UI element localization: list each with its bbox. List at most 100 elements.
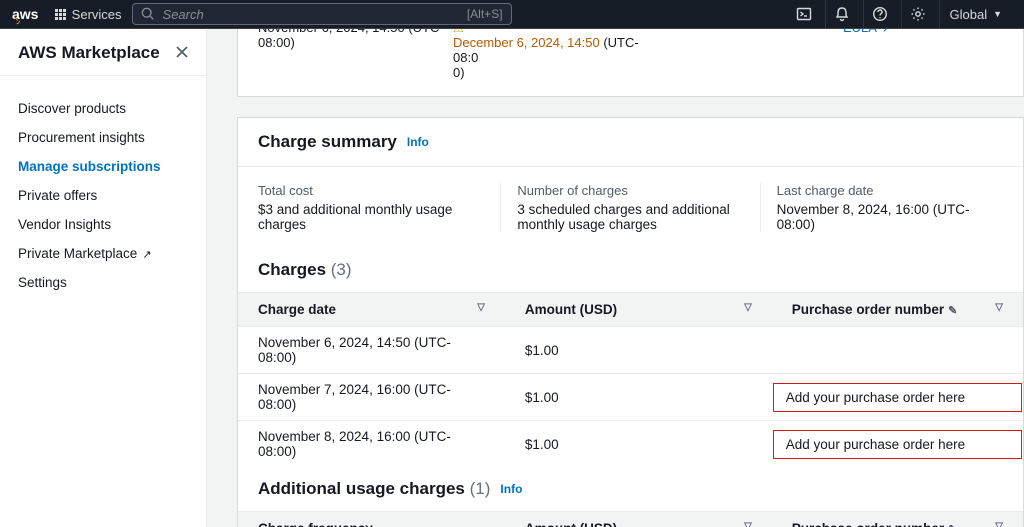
cell-charge-date: November 6, 2024, 14:50 (UTC-08:00): [238, 327, 505, 374]
charges-section-header: Charges (3): [238, 248, 1023, 292]
po-highlight-box: Add your purchase order here: [773, 383, 1022, 412]
topnav-right-group: Global ▼: [787, 0, 1013, 28]
sort-icon: ▽: [744, 302, 752, 313]
po-placeholder-text: Add your purchase order here: [786, 437, 965, 452]
column-label: Purchase order number: [792, 302, 944, 317]
summary-value: $3 and additional monthly usage charges: [258, 202, 484, 232]
summary-label: Last charge date: [777, 183, 1003, 198]
summary-col-last-charge-date: Last charge date November 8, 2024, 16:00…: [760, 183, 1019, 232]
notifications-button[interactable]: [825, 0, 859, 28]
cell-charge-date: November 7, 2024, 16:00 (UTC-08:00): [238, 374, 505, 421]
table-row: November 8, 2024, 16:00 (UTC-08:00) $1.0…: [238, 421, 1023, 468]
offer-detail-card-fragment: November 6, 2024, 14:50 (UTC-08:00) ⚠ De…: [237, 29, 1024, 97]
po-highlight-box: Add your purchase order here: [773, 430, 1022, 459]
auto-renew-value: -: [648, 29, 843, 80]
eula-link[interactable]: EULA ↗: [843, 29, 891, 35]
cell-po[interactable]: Add your purchase order here: [772, 374, 1023, 421]
summary-col-total-cost: Total cost $3 and additional monthly usa…: [242, 183, 500, 232]
po-placeholder-text: Add your purchase order here: [786, 390, 965, 405]
sidebar-item-label: Procurement insights: [18, 130, 145, 145]
settings-button[interactable]: [901, 0, 935, 28]
column-header-amount[interactable]: Amount (USD) ▽: [505, 293, 772, 327]
aws-logo[interactable]: aws ◝◞: [12, 6, 45, 22]
sidebar-item-label: Private offers: [18, 188, 97, 203]
column-label: Purchase order number: [792, 521, 944, 527]
external-link-icon: ↗: [139, 249, 151, 261]
help-button[interactable]: [863, 0, 897, 28]
column-label: Amount (USD): [525, 302, 617, 317]
help-icon: [872, 6, 888, 22]
additional-usage-title: Additional usage charges: [258, 479, 465, 498]
services-menu-button[interactable]: Services: [55, 7, 122, 22]
global-search[interactable]: Search [Alt+S]: [132, 3, 512, 25]
edit-icon: ✎: [948, 305, 957, 317]
sidebar-nav: Discover products Procurement insights M…: [18, 94, 188, 297]
additional-usage-table: Charge frequency Amount (USD)▽ Purchase …: [238, 511, 1023, 527]
column-header-po-number[interactable]: Purchase order number ✎ ▽: [772, 293, 1023, 327]
cloudshell-button[interactable]: [787, 0, 821, 28]
cell-charge-date: November 8, 2024, 16:00 (UTC-08:00): [238, 421, 505, 468]
region-label: Global: [950, 7, 988, 22]
external-link-icon: ↗: [882, 29, 891, 35]
sidebar: AWS Marketplace Discover products Procur…: [0, 29, 207, 527]
search-placeholder: Search: [163, 7, 204, 22]
column-header-charge-date[interactable]: Charge date ▽: [238, 293, 505, 327]
summary-value: 3 scheduled charges and additional month…: [517, 202, 743, 232]
charges-title: Charges: [258, 260, 326, 279]
cell-po[interactable]: Add your purchase order here: [772, 421, 1023, 468]
charge-summary-title: Charge summary: [258, 132, 397, 152]
search-shortcut-hint: [Alt+S]: [467, 7, 503, 21]
sidebar-item-vendor-insights[interactable]: Vendor Insights: [18, 210, 188, 239]
column-label: Charge date: [258, 302, 336, 317]
aws-swoosh-icon: ◝◞: [14, 16, 18, 25]
column-header-charge-frequency[interactable]: Charge frequency: [238, 512, 505, 527]
summary-label: Number of charges: [517, 183, 743, 198]
expiration-date-value: December 6, 2024, 14:50: [453, 35, 600, 50]
sidebar-item-label: Vendor Insights: [18, 217, 111, 232]
sidebar-item-procurement-insights[interactable]: Procurement insights: [18, 123, 188, 152]
info-link[interactable]: Info: [407, 135, 429, 149]
additional-usage-count: (1): [470, 479, 491, 498]
cloudshell-icon: [796, 6, 812, 22]
charges-count: (3): [331, 260, 352, 279]
close-icon: [176, 46, 188, 58]
sidebar-title: AWS Marketplace: [18, 43, 160, 63]
charge-summary-card: Charge summary Info Total cost $3 and ad…: [237, 117, 1024, 527]
aws-top-nav: aws ◝◞ Services Search [Alt+S] Global ▼: [0, 0, 1024, 29]
column-header-po-number[interactable]: Purchase order number✎▽: [772, 512, 1023, 527]
sort-icon: ▽: [744, 521, 752, 527]
table-row: November 7, 2024, 16:00 (UTC-08:00) $1.0…: [238, 374, 1023, 421]
charges-table: Charge date ▽ Amount (USD) ▽ Purchase orde…: [238, 292, 1023, 467]
sort-icon: ▽: [477, 302, 485, 313]
cell-amount: $1.00: [505, 421, 772, 468]
sidebar-item-private-marketplace[interactable]: Private Marketplace ↗: [18, 239, 188, 268]
cell-amount: $1.00: [505, 327, 772, 374]
chevron-down-icon: ▼: [993, 9, 1002, 19]
sidebar-item-settings[interactable]: Settings: [18, 268, 188, 297]
sort-icon: ▽: [995, 521, 1003, 527]
expiration-tz-part2: 0): [453, 65, 465, 80]
main-content: November 6, 2024, 14:50 (UTC-08:00) ⚠ De…: [207, 29, 1024, 527]
eula-link-label: EULA: [843, 29, 876, 35]
sidebar-item-label: Discover products: [18, 101, 126, 116]
cell-amount: $1.00: [505, 374, 772, 421]
sidebar-close-button[interactable]: [176, 45, 188, 61]
sidebar-item-label: Private Marketplace: [18, 246, 137, 261]
column-label: Charge frequency: [258, 521, 373, 527]
sidebar-item-discover-products[interactable]: Discover products: [18, 94, 188, 123]
sidebar-item-manage-subscriptions[interactable]: Manage subscriptions: [18, 152, 188, 181]
grid-icon: [55, 9, 66, 20]
summary-value: November 8, 2024, 16:00 (UTC-08:00): [777, 202, 1003, 232]
table-row: November 6, 2024, 14:50 (UTC-08:00) $1.0…: [238, 327, 1023, 374]
info-link[interactable]: Info: [500, 482, 522, 496]
region-selector[interactable]: Global ▼: [939, 0, 1013, 28]
column-header-amount[interactable]: Amount (USD)▽: [505, 512, 772, 527]
sidebar-item-label: Manage subscriptions: [18, 159, 161, 174]
sidebar-item-label: Settings: [18, 275, 67, 290]
services-label: Services: [72, 7, 122, 22]
cell-po[interactable]: [772, 327, 1023, 374]
bell-icon: [834, 6, 850, 22]
sort-icon: ▽: [995, 302, 1003, 313]
summary-col-number-of-charges: Number of charges 3 scheduled charges an…: [500, 183, 759, 232]
sidebar-item-private-offers[interactable]: Private offers: [18, 181, 188, 210]
